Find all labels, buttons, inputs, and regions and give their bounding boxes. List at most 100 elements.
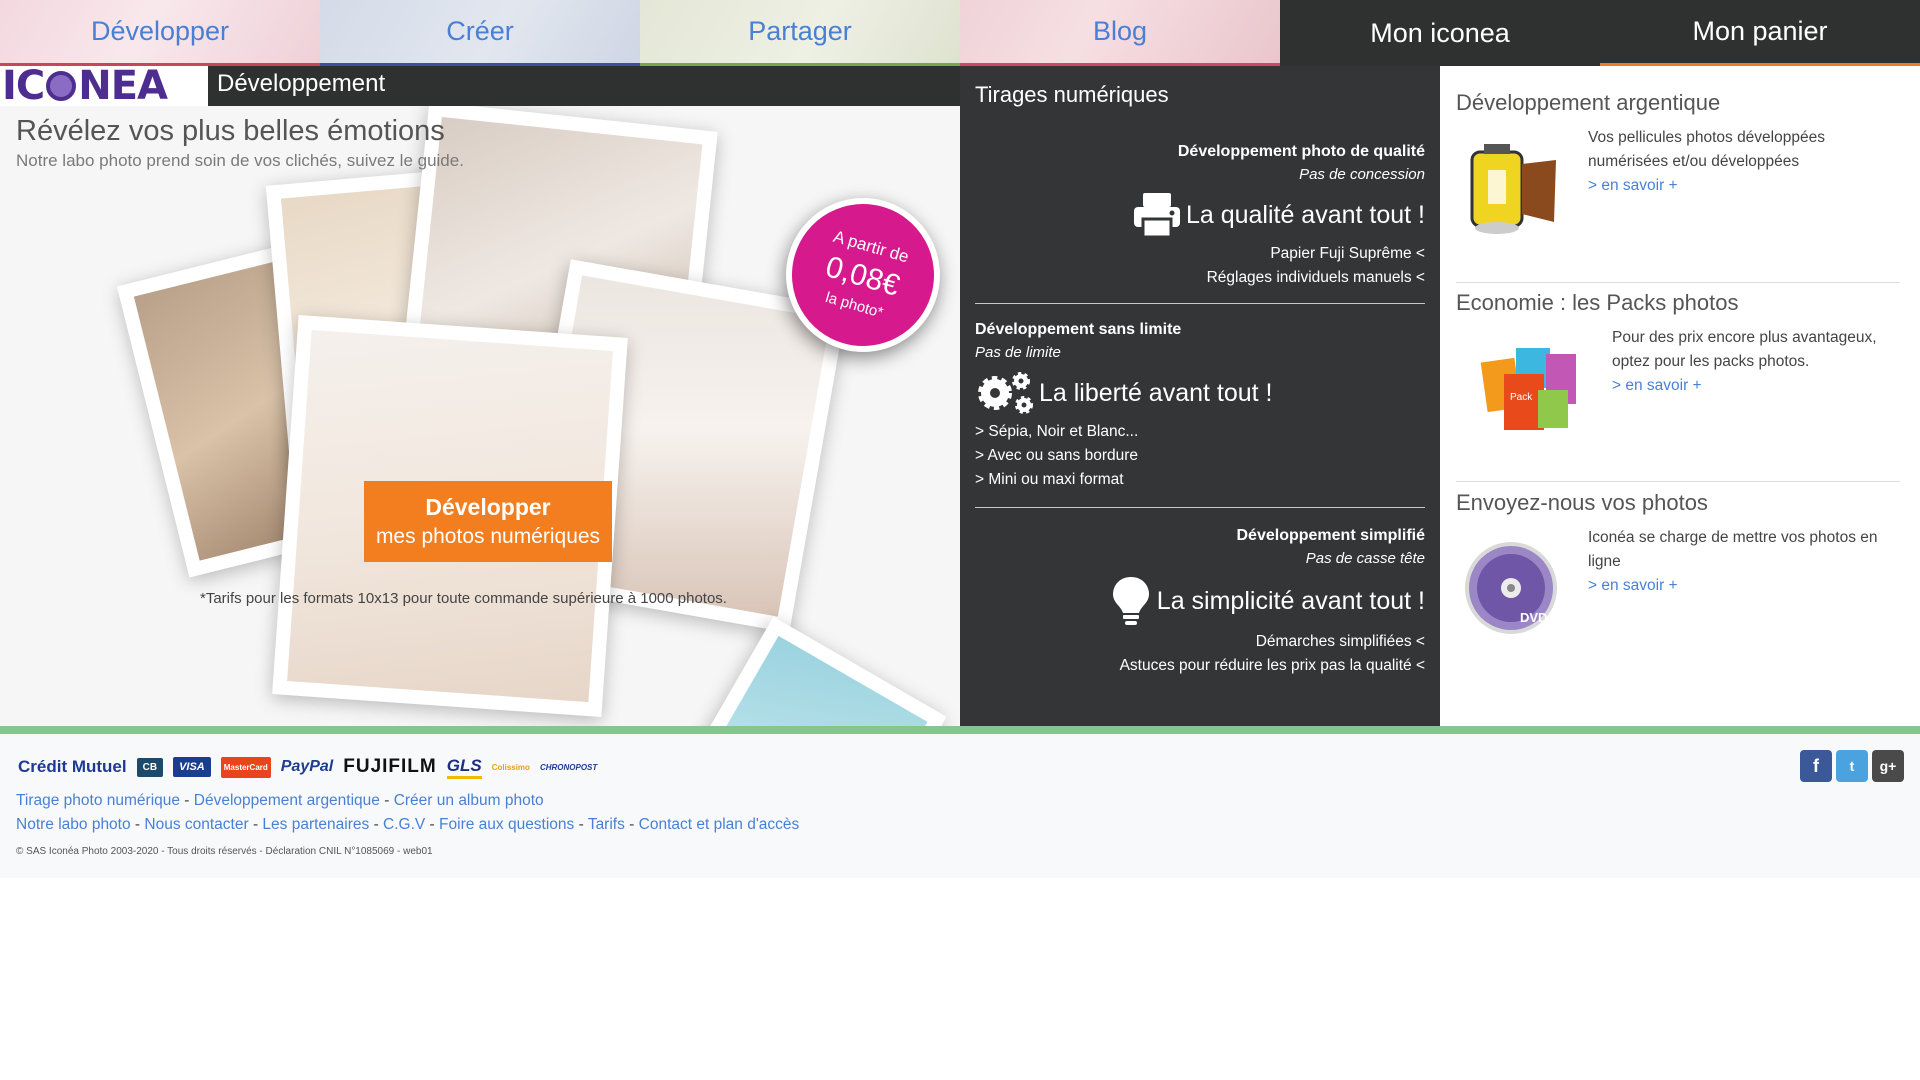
lightbulb-icon — [1112, 577, 1149, 625]
svg-text:Pack: Pack — [1510, 392, 1533, 403]
footer-link[interactable]: Notre labo photo — [16, 816, 131, 833]
section-title: Développement — [217, 70, 386, 97]
feature-quality: Développement photo de qualité Pas de co… — [975, 143, 1425, 287]
card-title[interactable]: Envoyez-nous vos photos — [1456, 490, 1900, 516]
copyright: © SAS Iconéa Photo 2003-2020 - Tous droi… — [16, 846, 433, 857]
card-desc: Vos pellicules photos développées numéri… — [1588, 126, 1888, 198]
feature-heading: Développement sans limite — [975, 321, 1182, 338]
credit-mutuel-logo: Crédit Mutuel — [18, 757, 127, 776]
fujifilm-logo: FUJIFILM — [343, 756, 437, 777]
card-send-photos: Envoyez-nous vos photos DVD Iconéa se ch… — [1456, 490, 1900, 660]
hero-banner: IC NEA Développement Révélez vos plus bel… — [0, 66, 960, 726]
services-sidebar: Développement argentique Vos pellicules … — [1440, 66, 1920, 726]
gears-icon — [978, 372, 1033, 414]
feature-tagline: La simplicité avant tout ! — [975, 575, 1425, 627]
card-desc-text: Vos pellicules photos développées numéri… — [1588, 129, 1825, 170]
feature-tagline: La liberté avant tout ! — [975, 369, 1425, 417]
feature-link[interactable]: > Sépia, Noir et Blanc... — [975, 423, 1425, 441]
paypal-logo: PayPal — [280, 758, 334, 775]
photo-packs-icon: Pack — [1480, 348, 1576, 430]
footer-link[interactable]: Créer un album photo — [394, 792, 544, 809]
feature-link[interactable]: > Mini ou maxi format — [975, 471, 1425, 489]
feature-freedom: Développement sans limite Pas de limite … — [975, 321, 1425, 489]
footer-accent-bar — [0, 726, 1920, 734]
logo-text: NEA — [78, 66, 168, 109]
film-roll-icon — [1470, 144, 1556, 234]
hero-photo-sea — [693, 616, 947, 726]
nav-label: Partager — [748, 16, 852, 46]
gls-logo: GLS — [446, 756, 482, 779]
footer: Crédit Mutuel CB VISA MasterCard PayPal … — [0, 734, 1920, 878]
footer-links-row1: Tirage photo numérique - Développement a… — [16, 792, 544, 809]
nav-label: Blog — [1092, 16, 1148, 46]
divider — [975, 303, 1425, 304]
visa-logo: VISA — [173, 757, 211, 777]
iconea-logo[interactable]: IC NEA — [0, 66, 208, 109]
footer-link[interactable]: Tarifs — [588, 816, 625, 833]
nav-label: Créer — [446, 16, 514, 46]
cta-line1: Développer — [425, 494, 551, 520]
nav-mon-iconea[interactable]: Mon iconea — [1280, 0, 1600, 66]
card-desc: Iconéa se charge de mettre vos photos en… — [1588, 526, 1908, 598]
feature-tagline-text: La qualité avant tout ! — [1185, 200, 1425, 229]
feature-link[interactable]: Astuces pour réduire les prix pas la qua… — [975, 657, 1425, 675]
footer-link[interactable]: Foire aux questions — [439, 816, 574, 833]
pricing-note: *Tarifs pour les formats 10x13 pour tout… — [200, 590, 727, 607]
learn-more-link[interactable]: > en savoir + — [1588, 177, 1678, 194]
feature-link[interactable]: > Avec ou sans bordure — [975, 447, 1425, 465]
nav-label: Mon panier — [1692, 16, 1828, 46]
feature-simplicity: Développement simplifié Pas de casse têt… — [975, 527, 1425, 675]
cb-card-logo: CB — [136, 757, 164, 777]
develop-photos-button[interactable]: Développer mes photos numériques — [364, 481, 612, 562]
learn-more-link[interactable]: > en savoir + — [1612, 377, 1702, 394]
feature-subheading: Pas de casse tête — [1305, 550, 1425, 567]
facebook-icon[interactable]: f — [1800, 750, 1832, 782]
card-title[interactable]: Economie : les Packs photos — [1456, 290, 1900, 316]
main-nav: Développer Créer Partager Blog Mon icone… — [0, 0, 1920, 66]
footer-link[interactable]: Tirage photo numérique — [16, 792, 180, 809]
dvd-icon: DVD — [1465, 542, 1557, 634]
nav-blog[interactable]: Blog — [960, 0, 1280, 66]
google-plus-icon[interactable]: g+ — [1872, 750, 1904, 782]
divider — [975, 507, 1425, 508]
hero-title: Révélez vos plus belles émotions — [16, 115, 445, 147]
svg-text:DVD: DVD — [1520, 610, 1547, 625]
colissimo-logo: Colissimo — [491, 762, 530, 772]
feature-heading: Développement simplifié — [1236, 527, 1426, 544]
learn-more-link[interactable]: > en savoir + — [1588, 577, 1678, 594]
footer-link[interactable]: Les partenaires — [262, 816, 369, 833]
twitter-icon[interactable]: t — [1836, 750, 1868, 782]
divider — [1456, 282, 1900, 283]
footer-links-row2: Notre labo photo - Nous contacter - Les … — [16, 816, 800, 833]
footer-link[interactable]: Contact et plan d'accès — [639, 816, 800, 833]
card-desc-text: Iconéa se charge de mettre vos photos en… — [1588, 529, 1878, 570]
photo-image — [712, 635, 928, 726]
nav-creer[interactable]: Créer — [320, 0, 640, 66]
cta-line2: mes photos numériques — [375, 525, 601, 548]
feature-subheading: Pas de concession — [1299, 166, 1425, 183]
feature-tagline-text: La liberté avant tout ! — [1039, 378, 1273, 407]
feature-heading: Développement photo de qualité — [1177, 143, 1425, 160]
nav-partager[interactable]: Partager — [640, 0, 960, 66]
feature-link[interactable]: Réglages individuels manuels < — [975, 269, 1425, 287]
feature-link[interactable]: Démarches simplifiées < — [975, 633, 1425, 651]
digital-prints-panel: Tirages numériques Développement photo d… — [960, 66, 1440, 726]
feature-tagline-text: La simplicité avant tout ! — [1156, 586, 1425, 615]
footer-link[interactable]: Nous contacter — [144, 816, 248, 833]
chronopost-logo: CHRONOPOST — [539, 762, 598, 772]
card-desc: Pour des prix encore plus avantageux, op… — [1612, 326, 1902, 398]
partner-logos: Crédit Mutuel CB VISA MasterCard PayPal … — [18, 752, 597, 782]
feature-tagline: La qualité avant tout ! — [975, 191, 1425, 239]
feature-link[interactable]: Papier Fuji Suprême < — [975, 245, 1425, 263]
footer-link[interactable]: C.G.V — [383, 816, 425, 833]
logo-bar: IC NEA Développement — [0, 66, 960, 109]
nav-label: Développer — [90, 16, 230, 46]
hero-subtitle: Notre labo photo prend soin de vos clich… — [16, 151, 464, 170]
card-packs: Economie : les Packs photos Pack Pour de… — [1456, 290, 1900, 460]
nav-developper[interactable]: Développer — [0, 0, 320, 66]
social-links: f t g+ — [1800, 750, 1904, 782]
footer-link[interactable]: Développement argentique — [194, 792, 380, 809]
card-desc-text: Pour des prix encore plus avantageux, op… — [1612, 329, 1877, 370]
card-title[interactable]: Développement argentique — [1456, 90, 1900, 116]
nav-mon-panier[interactable]: Mon panier — [1600, 0, 1920, 66]
